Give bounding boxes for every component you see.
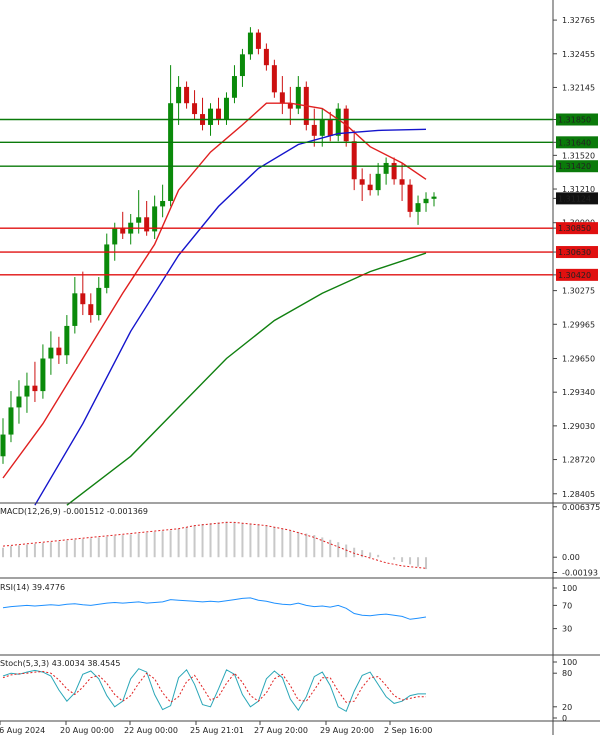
forex-chart: 1.32765 1.32455 1.32145 1.31850 1.31640 1.315… [0,0,600,735]
candle-body [56,347,62,356]
y-tick-label: 1.28405 [562,490,595,499]
x-tick-label: 16 Aug 2024 [0,726,45,735]
level-label: 1.31420 [558,162,591,171]
candle-body [16,396,22,408]
level-label: 1.30420 [558,271,591,280]
candle-body [311,124,317,136]
candle-body [32,385,38,392]
candle-body [407,184,413,212]
rsi-panel: RSI(14) 39.4776 100 70 30 [0,583,600,656]
x-tick-label: 25 Aug 21:01 [190,726,244,735]
stoch-tick-label: 80 [562,669,572,678]
x-tick-label: 27 Aug 20:00 [254,726,308,735]
candle-body [375,173,381,191]
candle-body [263,48,269,66]
y-tick-label: 1.32455 [562,50,595,59]
candle-body [255,32,261,49]
rsi-line [2,597,427,620]
y-tick-label: 1.29030 [562,422,595,431]
candle-body [391,162,397,180]
candle-body [247,32,253,55]
candle-body [319,119,325,136]
candle-body [8,407,14,435]
candle-body [64,325,70,356]
price-panel: 1.32765 1.32455 1.32145 1.31850 1.31640 1.315… [0,0,600,735]
rsi-label: RSI(14) 39.4776 [0,583,65,592]
candle-body [399,179,405,185]
level-label: 1.30850 [558,224,591,233]
y-tick-label: 1.30275 [562,287,595,296]
candle-body [72,293,78,326]
y-tick-label: 1.29650 [562,355,595,364]
candle-body [239,54,245,77]
y-tick-label: 1.31520 [562,151,595,160]
candle-body [48,347,54,359]
rsi-tick-label: 70 [562,601,572,610]
candle-body [431,196,437,199]
level-label: 1.30630 [558,248,591,257]
x-tick-label: 20 Aug 00:00 [60,726,114,735]
candle-body [279,92,285,104]
y-tick-label: 1.29965 [562,320,595,329]
candle-body [351,141,357,180]
y-tick-label: 1.32765 [562,16,595,25]
level-label: 1.31850 [558,116,591,125]
stoch-panel: Stoch(5,3,3) 43.0034 38.4545 100 80 20 0 [0,658,600,723]
macd-tick-label: 0.006375 [562,503,600,512]
stoch-tick-label: 0 [562,714,567,723]
candle-body [176,86,182,104]
x-tick-label: 29 Aug 20:00 [320,726,374,735]
candle-body [136,217,142,223]
level-label: 1.31640 [558,138,591,147]
macd-label: MACD(12,26,9) -0.001512 -0.001369 [0,507,148,516]
moving-average-line [2,102,427,479]
candle-body [327,119,333,136]
candle-body [88,304,94,316]
moving-average-line [66,252,427,506]
candle-body [415,203,421,212]
candle-body [144,217,150,232]
moving-average-line [34,128,427,506]
candle-body [40,358,46,392]
candle-body [112,228,118,245]
candle-body [192,103,198,115]
y-tick-label: 1.29340 [562,388,595,397]
time-axis: 16 Aug 2024 20 Aug 00:00 22 Aug 00:00 25 Au… [0,721,432,735]
candle-body [80,293,86,305]
y-tick-label: 1.28720 [562,456,595,465]
x-tick-label: 22 Aug 00:00 [124,726,178,735]
candle-body [208,108,214,125]
candle-body [24,385,30,397]
stoch-tick-label: 20 [562,703,572,712]
candle-body [120,228,126,234]
candle-body [359,179,365,185]
candle-body [367,184,373,191]
macd-tick-label: 0.00 [562,553,580,562]
x-tick-label: 2 Sep 16:00 [384,726,432,735]
current-price-label: 1.31124 [558,194,591,203]
candle-body [216,108,221,120]
stoch-tick-label: 100 [562,658,577,667]
y-tick-label: 1.32145 [562,83,595,92]
candle-body [383,162,389,174]
candle-body [0,434,6,457]
candle-body [335,108,341,136]
stoch-k-line [2,668,426,713]
macd-tick-label: -0.00193 [562,568,598,577]
candle-body [223,97,229,120]
candle-body [168,103,174,201]
candle-body [160,200,166,207]
candle-body [231,76,237,98]
candle-body [104,244,110,288]
candle-body [96,287,102,316]
candle-body [423,198,429,204]
candle-body [184,86,190,104]
macd-panel: MACD(12,26,9) -0.001512 -0.001369 0.00637… [0,503,600,579]
stoch-label: Stoch(5,3,3) 43.0034 38.4545 [0,659,120,668]
rsi-tick-label: 100 [562,584,577,593]
rsi-tick-label: 30 [562,625,572,634]
candle-body [271,65,277,93]
